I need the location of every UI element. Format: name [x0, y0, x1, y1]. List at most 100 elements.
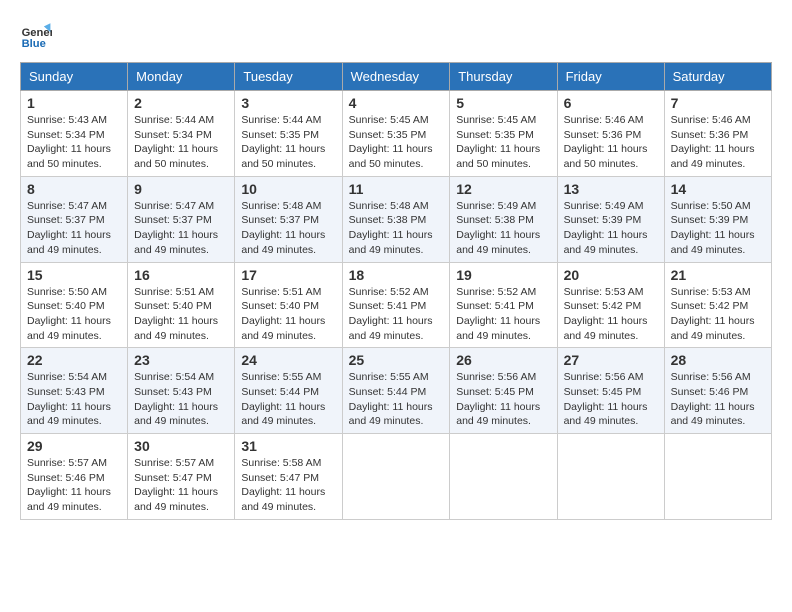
week-row-4: 22 Sunrise: 5:54 AM Sunset: 5:43 PM Dayl… — [21, 348, 772, 434]
weekday-monday: Monday — [128, 63, 235, 91]
day-number: 30 — [134, 438, 228, 454]
day-number: 4 — [349, 95, 444, 111]
weekday-thursday: Thursday — [450, 63, 557, 91]
day-info: Sunrise: 5:51 AM Sunset: 5:40 PM Dayligh… — [134, 285, 228, 344]
day-info: Sunrise: 5:49 AM Sunset: 5:39 PM Dayligh… — [564, 199, 658, 258]
calendar-cell: 1 Sunrise: 5:43 AM Sunset: 5:34 PM Dayli… — [21, 91, 128, 177]
calendar-cell: 6 Sunrise: 5:46 AM Sunset: 5:36 PM Dayli… — [557, 91, 664, 177]
day-info: Sunrise: 5:47 AM Sunset: 5:37 PM Dayligh… — [27, 199, 121, 258]
day-info: Sunrise: 5:53 AM Sunset: 5:42 PM Dayligh… — [564, 285, 658, 344]
day-number: 6 — [564, 95, 658, 111]
weekday-saturday: Saturday — [664, 63, 771, 91]
logo: General Blue — [20, 20, 52, 52]
day-number: 15 — [27, 267, 121, 283]
day-number: 2 — [134, 95, 228, 111]
calendar-body: 1 Sunrise: 5:43 AM Sunset: 5:34 PM Dayli… — [21, 91, 772, 520]
calendar-cell: 4 Sunrise: 5:45 AM Sunset: 5:35 PM Dayli… — [342, 91, 450, 177]
calendar-cell: 15 Sunrise: 5:50 AM Sunset: 5:40 PM Dayl… — [21, 262, 128, 348]
svg-text:Blue: Blue — [22, 38, 46, 50]
weekday-sunday: Sunday — [21, 63, 128, 91]
calendar-cell: 23 Sunrise: 5:54 AM Sunset: 5:43 PM Dayl… — [128, 348, 235, 434]
day-info: Sunrise: 5:56 AM Sunset: 5:45 PM Dayligh… — [456, 370, 550, 429]
calendar-cell: 25 Sunrise: 5:55 AM Sunset: 5:44 PM Dayl… — [342, 348, 450, 434]
calendar-cell: 30 Sunrise: 5:57 AM Sunset: 5:47 PM Dayl… — [128, 434, 235, 520]
day-number: 12 — [456, 181, 550, 197]
day-number: 10 — [241, 181, 335, 197]
day-number: 11 — [349, 181, 444, 197]
calendar-cell: 11 Sunrise: 5:48 AM Sunset: 5:38 PM Dayl… — [342, 176, 450, 262]
page-header: General Blue — [20, 20, 772, 52]
day-info: Sunrise: 5:52 AM Sunset: 5:41 PM Dayligh… — [349, 285, 444, 344]
day-number: 21 — [671, 267, 765, 283]
calendar-cell: 18 Sunrise: 5:52 AM Sunset: 5:41 PM Dayl… — [342, 262, 450, 348]
day-number: 31 — [241, 438, 335, 454]
day-number: 7 — [671, 95, 765, 111]
day-info: Sunrise: 5:44 AM Sunset: 5:35 PM Dayligh… — [241, 113, 335, 172]
day-number: 18 — [349, 267, 444, 283]
day-number: 26 — [456, 352, 550, 368]
calendar-cell — [557, 434, 664, 520]
calendar-cell — [664, 434, 771, 520]
day-info: Sunrise: 5:48 AM Sunset: 5:38 PM Dayligh… — [349, 199, 444, 258]
day-number: 29 — [27, 438, 121, 454]
day-number: 22 — [27, 352, 121, 368]
calendar-cell: 3 Sunrise: 5:44 AM Sunset: 5:35 PM Dayli… — [235, 91, 342, 177]
day-number: 24 — [241, 352, 335, 368]
calendar-cell: 16 Sunrise: 5:51 AM Sunset: 5:40 PM Dayl… — [128, 262, 235, 348]
weekday-header-row: SundayMondayTuesdayWednesdayThursdayFrid… — [21, 63, 772, 91]
week-row-1: 1 Sunrise: 5:43 AM Sunset: 5:34 PM Dayli… — [21, 91, 772, 177]
day-number: 8 — [27, 181, 121, 197]
day-info: Sunrise: 5:55 AM Sunset: 5:44 PM Dayligh… — [241, 370, 335, 429]
calendar-cell: 2 Sunrise: 5:44 AM Sunset: 5:34 PM Dayli… — [128, 91, 235, 177]
day-number: 20 — [564, 267, 658, 283]
calendar-cell: 31 Sunrise: 5:58 AM Sunset: 5:47 PM Dayl… — [235, 434, 342, 520]
day-number: 19 — [456, 267, 550, 283]
calendar-cell: 9 Sunrise: 5:47 AM Sunset: 5:37 PM Dayli… — [128, 176, 235, 262]
day-info: Sunrise: 5:45 AM Sunset: 5:35 PM Dayligh… — [456, 113, 550, 172]
day-info: Sunrise: 5:47 AM Sunset: 5:37 PM Dayligh… — [134, 199, 228, 258]
calendar-cell: 26 Sunrise: 5:56 AM Sunset: 5:45 PM Dayl… — [450, 348, 557, 434]
day-number: 27 — [564, 352, 658, 368]
day-info: Sunrise: 5:53 AM Sunset: 5:42 PM Dayligh… — [671, 285, 765, 344]
week-row-5: 29 Sunrise: 5:57 AM Sunset: 5:46 PM Dayl… — [21, 434, 772, 520]
day-info: Sunrise: 5:55 AM Sunset: 5:44 PM Dayligh… — [349, 370, 444, 429]
calendar-cell: 29 Sunrise: 5:57 AM Sunset: 5:46 PM Dayl… — [21, 434, 128, 520]
day-info: Sunrise: 5:44 AM Sunset: 5:34 PM Dayligh… — [134, 113, 228, 172]
calendar-cell: 10 Sunrise: 5:48 AM Sunset: 5:37 PM Dayl… — [235, 176, 342, 262]
day-info: Sunrise: 5:51 AM Sunset: 5:40 PM Dayligh… — [241, 285, 335, 344]
day-info: Sunrise: 5:50 AM Sunset: 5:40 PM Dayligh… — [27, 285, 121, 344]
day-number: 3 — [241, 95, 335, 111]
calendar-cell: 27 Sunrise: 5:56 AM Sunset: 5:45 PM Dayl… — [557, 348, 664, 434]
calendar-cell: 24 Sunrise: 5:55 AM Sunset: 5:44 PM Dayl… — [235, 348, 342, 434]
day-info: Sunrise: 5:49 AM Sunset: 5:38 PM Dayligh… — [456, 199, 550, 258]
calendar-table: SundayMondayTuesdayWednesdayThursdayFrid… — [20, 62, 772, 520]
weekday-friday: Friday — [557, 63, 664, 91]
calendar-cell: 20 Sunrise: 5:53 AM Sunset: 5:42 PM Dayl… — [557, 262, 664, 348]
calendar-cell: 17 Sunrise: 5:51 AM Sunset: 5:40 PM Dayl… — [235, 262, 342, 348]
day-info: Sunrise: 5:56 AM Sunset: 5:46 PM Dayligh… — [671, 370, 765, 429]
day-info: Sunrise: 5:57 AM Sunset: 5:47 PM Dayligh… — [134, 456, 228, 515]
day-number: 9 — [134, 181, 228, 197]
day-info: Sunrise: 5:48 AM Sunset: 5:37 PM Dayligh… — [241, 199, 335, 258]
calendar-cell: 12 Sunrise: 5:49 AM Sunset: 5:38 PM Dayl… — [450, 176, 557, 262]
day-number: 14 — [671, 181, 765, 197]
logo-icon: General Blue — [20, 20, 52, 52]
day-info: Sunrise: 5:46 AM Sunset: 5:36 PM Dayligh… — [671, 113, 765, 172]
calendar-cell: 13 Sunrise: 5:49 AM Sunset: 5:39 PM Dayl… — [557, 176, 664, 262]
calendar-cell: 21 Sunrise: 5:53 AM Sunset: 5:42 PM Dayl… — [664, 262, 771, 348]
day-info: Sunrise: 5:54 AM Sunset: 5:43 PM Dayligh… — [27, 370, 121, 429]
day-number: 13 — [564, 181, 658, 197]
day-number: 25 — [349, 352, 444, 368]
day-info: Sunrise: 5:45 AM Sunset: 5:35 PM Dayligh… — [349, 113, 444, 172]
day-number: 23 — [134, 352, 228, 368]
calendar-cell: 22 Sunrise: 5:54 AM Sunset: 5:43 PM Dayl… — [21, 348, 128, 434]
calendar-cell: 28 Sunrise: 5:56 AM Sunset: 5:46 PM Dayl… — [664, 348, 771, 434]
weekday-wednesday: Wednesday — [342, 63, 450, 91]
calendar-cell: 19 Sunrise: 5:52 AM Sunset: 5:41 PM Dayl… — [450, 262, 557, 348]
day-info: Sunrise: 5:50 AM Sunset: 5:39 PM Dayligh… — [671, 199, 765, 258]
day-info: Sunrise: 5:43 AM Sunset: 5:34 PM Dayligh… — [27, 113, 121, 172]
day-number: 1 — [27, 95, 121, 111]
calendar-cell: 7 Sunrise: 5:46 AM Sunset: 5:36 PM Dayli… — [664, 91, 771, 177]
day-info: Sunrise: 5:57 AM Sunset: 5:46 PM Dayligh… — [27, 456, 121, 515]
day-info: Sunrise: 5:58 AM Sunset: 5:47 PM Dayligh… — [241, 456, 335, 515]
